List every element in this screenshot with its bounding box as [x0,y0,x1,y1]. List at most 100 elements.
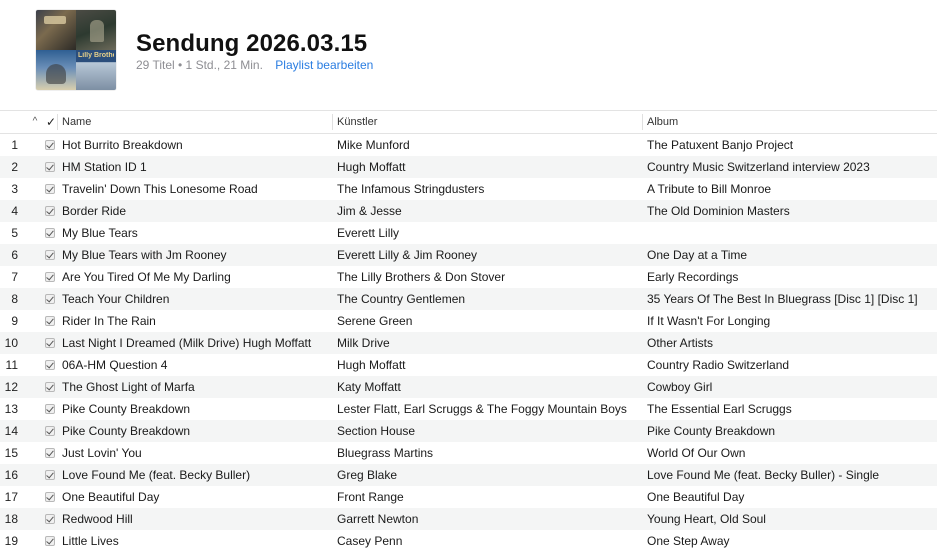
checkmark-icon [45,338,55,348]
track-checkbox[interactable] [44,381,56,393]
track-checkbox[interactable] [44,403,56,415]
track-checkbox[interactable] [44,205,56,217]
track-name: Border Ride [62,204,127,218]
track-number: 18 [4,512,18,526]
table-row[interactable]: 16 Love Found Me (feat. Becky Buller) Greg… [0,464,937,486]
track-checkbox[interactable] [44,271,56,283]
track-checkbox[interactable] [44,359,56,371]
track-album: 35 Years Of The Best In Bluegrass [Disc … [647,292,918,306]
table-header: ^ ✓ Name Künstler Album [0,110,937,134]
column-divider[interactable] [642,114,643,130]
track-name: HM Station ID 1 [62,160,147,174]
track-artist: Garrett Newton [337,512,419,526]
column-header-artist[interactable]: Künstler [337,111,377,133]
track-name: Last Night I Dreamed (Milk Drive) Hugh M… [62,336,312,350]
album-cover-text: Lilly Brothers [78,52,114,59]
track-checkbox[interactable] [44,535,56,547]
table-row[interactable]: 18 Redwood Hill Garrett Newton Young Heart,… [0,508,937,530]
table-row[interactable]: 5 My Blue Tears Everett Lilly [0,222,937,244]
checkmark-icon [45,316,55,326]
table-row[interactable]: 15 Just Lovin' You Bluegrass Martins World … [0,442,937,464]
table-row[interactable]: 7 Are You Tired Of Me My Darling The Lilly… [0,266,937,288]
track-number: 4 [11,204,18,218]
track-artist: Lester Flatt, Earl Scruggs & The Foggy M… [337,402,627,416]
track-album: Country Music Switzerland interview 2023 [647,160,870,174]
checkmark-icon [45,140,55,150]
track-album: One Day at a Time [647,248,748,262]
table-row[interactable]: 9 Rider In The Rain Serene Green If It Wasn… [0,310,937,332]
track-artist: Front Range [337,490,404,504]
track-name: Love Found Me (feat. Becky Buller) [62,468,251,482]
table-row[interactable]: 4 Border Ride Jim & Jesse The Old Dominion … [0,200,937,222]
table-row[interactable]: 8 Teach Your Children The Country Gentleme… [0,288,937,310]
checkmark-icon [45,426,55,436]
checkmark-icon [45,382,55,392]
track-album: If It Wasn't For Longing [647,314,771,328]
table-row[interactable]: 3 Travelin' Down This Lonesome Road The In… [0,178,937,200]
track-name: Rider In The Rain [62,314,156,328]
track-checkbox[interactable] [44,447,56,459]
track-checkbox[interactable] [44,161,56,173]
checkmark-icon [45,448,55,458]
track-checkbox[interactable] [44,513,56,525]
track-number: 12 [4,380,18,394]
track-album: Other Artists [647,336,714,350]
checkmark-icon [45,470,55,480]
album-cover-3 [36,50,76,90]
table-row[interactable]: 10 Last Night I Dreamed (Milk Drive) Hugh… [0,332,937,354]
track-number: 3 [11,182,18,196]
track-checkbox[interactable] [44,337,56,349]
track-checkbox[interactable] [44,469,56,481]
track-artist: The Lilly Brothers & Don Stover [337,270,506,284]
column-header-check[interactable]: ✓ [45,111,57,133]
track-name: Pike County Breakdown [62,424,191,438]
track-name: 06A-HM Question 4 [62,358,168,372]
track-number: 15 [4,446,18,460]
track-name: Are You Tired Of Me My Darling [62,270,231,284]
table-row[interactable]: 13 Pike County Breakdown Lester Flatt, Ear… [0,398,937,420]
playlist-header: Lilly Brothers Sendung 2026.03.15 29 Tit… [0,0,937,108]
album-cover-1 [36,10,76,50]
column-header-album[interactable]: Album [647,111,678,133]
track-artist: Everett Lilly & Jim Rooney [337,248,478,262]
table-row[interactable]: 11 06A-HM Question 4 Hugh Moffatt Country R… [0,354,937,376]
track-number: 13 [4,402,18,416]
checkmark-icon [45,492,55,502]
track-checkbox[interactable] [44,183,56,195]
track-number: 8 [11,292,18,306]
track-checkbox[interactable] [44,425,56,437]
playlist-artwork[interactable]: Lilly Brothers [36,10,116,90]
table-row[interactable]: 6 My Blue Tears with Jm Rooney Everett Lil… [0,244,937,266]
column-header-name[interactable]: Name [62,111,91,133]
track-checkbox[interactable] [44,315,56,327]
table-row[interactable]: 14 Pike County Breakdown Section House Pike… [0,420,937,442]
track-checkbox[interactable] [44,249,56,261]
sort-indicator-icon[interactable]: ^ [29,111,41,133]
checkmark-icon [45,184,55,194]
table-row[interactable]: 12 The Ghost Light of Marfa Katy Moffatt Co… [0,376,937,398]
checkmark-icon [45,404,55,414]
table-row[interactable]: 2 HM Station ID 1 Hugh Moffatt Country Musi… [0,156,937,178]
edit-playlist-link[interactable]: Playlist bearbeiten [275,58,373,72]
track-checkbox[interactable] [44,139,56,151]
column-divider[interactable] [332,114,333,130]
track-number: 2 [11,160,18,174]
track-number: 11 [5,358,18,372]
track-artist: Bluegrass Martins [337,446,434,460]
checkmark-icon [45,206,55,216]
track-number: 1 [11,138,18,152]
track-checkbox[interactable] [44,293,56,305]
track-artist: Hugh Moffatt [337,358,406,372]
column-divider[interactable] [57,114,58,130]
track-number: 9 [11,314,18,328]
track-number: 17 [4,490,18,504]
checkmark-icon [45,360,55,370]
table-row[interactable]: 1 Hot Burrito Breakdown Mike Munford The Pa… [0,134,937,156]
track-checkbox[interactable] [44,491,56,503]
track-name: Travelin' Down This Lonesome Road [62,182,258,196]
track-album: Pike County Breakdown [647,424,776,438]
checkmark-icon [45,162,55,172]
track-checkbox[interactable] [44,227,56,239]
track-artist: Milk Drive [337,336,390,350]
table-row[interactable]: 17 One Beautiful Day Front Range One Beauti… [0,486,937,508]
